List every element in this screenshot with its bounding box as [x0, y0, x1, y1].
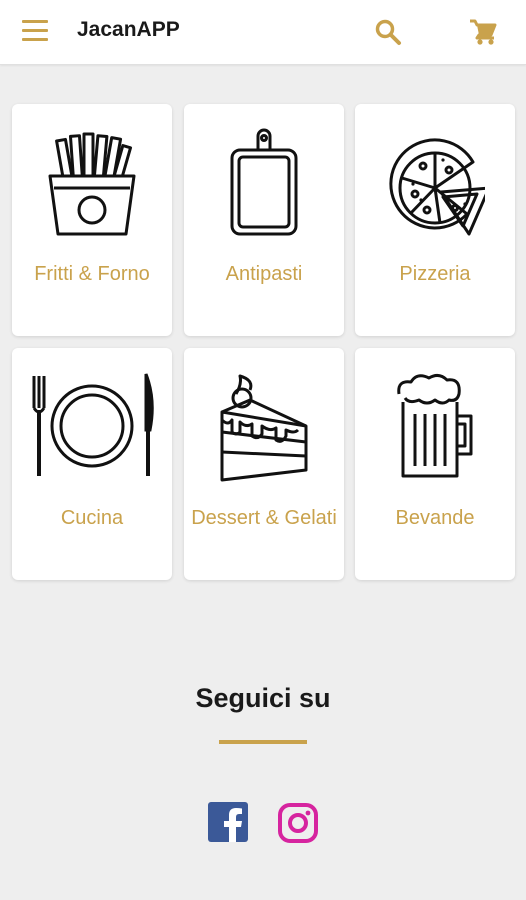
category-label: Pizzeria: [399, 263, 471, 285]
app-bar: JacanAPP: [0, 0, 526, 65]
french-fries-icon: [48, 132, 136, 236]
category-label: Bevande: [395, 507, 475, 529]
category-label: Antipasti: [225, 263, 303, 285]
search-icon[interactable]: [374, 18, 402, 46]
hamburger-menu-icon[interactable]: [22, 20, 48, 44]
category-card-dessert-gelati[interactable]: Dessert & Gelati: [184, 348, 344, 580]
cake-slice-icon: [220, 374, 308, 482]
shopping-cart-icon[interactable]: [468, 17, 498, 47]
category-card-fritti-forno[interactable]: Fritti & Forno: [12, 104, 172, 336]
instagram-icon[interactable]: [277, 802, 319, 844]
cutting-board-icon: [230, 128, 298, 236]
app-title: JacanAPP: [77, 18, 180, 41]
category-card-bevande[interactable]: Bevande: [355, 348, 515, 580]
category-label: Dessert & Gelati: [191, 507, 337, 529]
beer-mug-icon: [397, 373, 473, 478]
pizza-icon: [389, 138, 485, 236]
category-label: Cucina: [60, 507, 124, 529]
title-underline: [219, 740, 307, 744]
category-label: Fritti & Forno: [34, 263, 150, 285]
facebook-icon[interactable]: [208, 802, 248, 842]
follow-us-title: Seguici su: [195, 683, 331, 713]
category-card-antipasti[interactable]: Antipasti: [184, 104, 344, 336]
category-card-pizzeria[interactable]: Pizzeria: [355, 104, 515, 336]
plate-fork-knife-icon: [32, 373, 154, 476]
category-card-cucina[interactable]: Cucina: [12, 348, 172, 580]
